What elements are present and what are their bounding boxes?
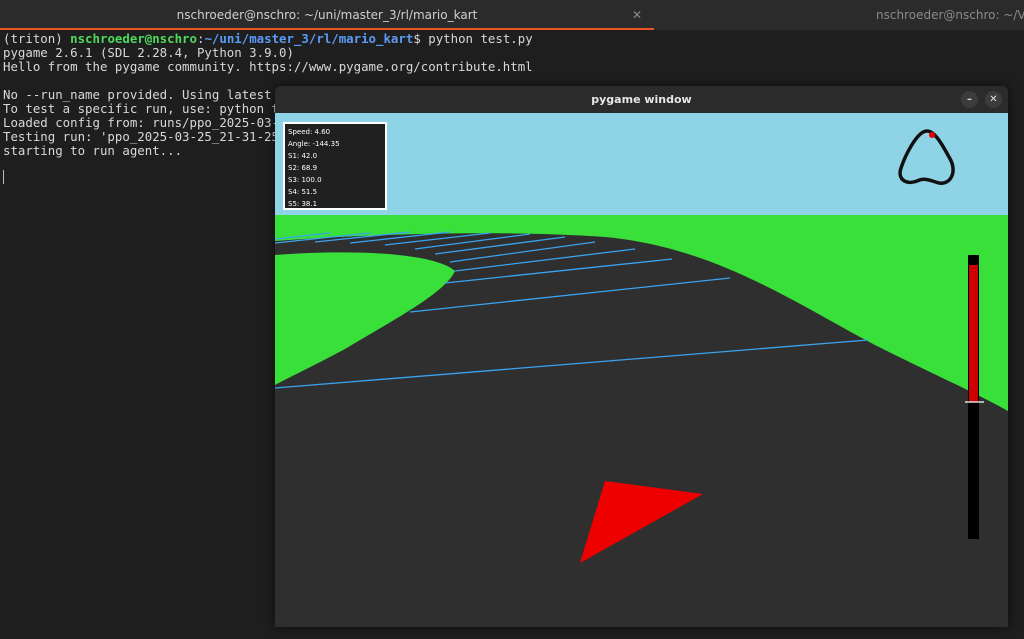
hud-angle: Angle: -144.35 [288,140,340,148]
terminal-tab-inactive-title: nschroeder@nschro: ~/Videos [876,8,1024,22]
terminal-tab-active[interactable]: nschroeder@nschro: ~/uni/master_3/rl/mar… [0,0,654,30]
minimap-kart-position [929,132,935,138]
hud-sensor-1: S1: 42.0 [288,152,318,160]
terminal-line: starting to run agent... [3,143,183,158]
window-title: pygame window [591,93,692,106]
terminal-tab-inactive[interactable]: nschroeder@nschro: ~/Videos [654,0,1024,30]
minimize-icon[interactable]: – [961,91,978,108]
hud-sensor-4: S4: 51.5 [288,188,318,196]
terminal-line: pygame 2.6.1 (SDL 2.28.4, Python 3.9.0) [3,45,294,60]
game-canvas[interactable]: Speed: 4.60 Angle: -144.35 S1: 42.0 S2: … [275,113,1008,625]
terminal-line-command: (triton) nschroeder@nschro:~/uni/master_… [3,32,533,46]
terminal-line: No --run_name provided. Using latest [3,87,272,102]
hud-panel: Speed: 4.60 Angle: -144.35 S1: 42.0 S2: … [283,122,387,210]
terminal-line: Testing run: 'ppo_2025-03-25_21-31-25 [3,129,280,144]
gauge-fill [969,265,978,402]
conda-env: (triton) [3,31,71,46]
hud-sensor-3: S3: 100.0 [288,176,322,184]
close-window-icon[interactable]: ✕ [985,91,1002,108]
terminal-line: To test a specific run, use: python te [3,101,287,116]
terminal-tab-title: nschroeder@nschro: ~/uni/master_3/rl/mar… [176,8,478,22]
terminal-line: Hello from the pygame community. https:/… [3,59,533,74]
hud-speed: Speed: 4.60 [288,128,331,136]
pygame-window[interactable]: pygame window – ✕ Speed: 4.60 Angle: -14… [275,86,1008,627]
prompt-command: $ python test.py [413,31,533,46]
terminal-tabbar: nschroeder@nschro: ~/uni/master_3/rl/mar… [0,0,1024,30]
close-tab-icon[interactable]: ✕ [632,0,642,30]
window-titlebar[interactable]: pygame window – ✕ [275,86,1008,113]
hud-sensor-2: S2: 68.9 [288,164,318,172]
hud-sensor-5: S5: 38.1 [288,200,318,208]
prompt-user: nschroeder@nschro [70,31,197,46]
terminal-line: Loaded config from: runs/ppo_2025-03- [3,115,280,130]
prompt-path: ~/uni/master_3/rl/mario_kart [204,31,414,46]
terminal-cursor [3,170,4,184]
